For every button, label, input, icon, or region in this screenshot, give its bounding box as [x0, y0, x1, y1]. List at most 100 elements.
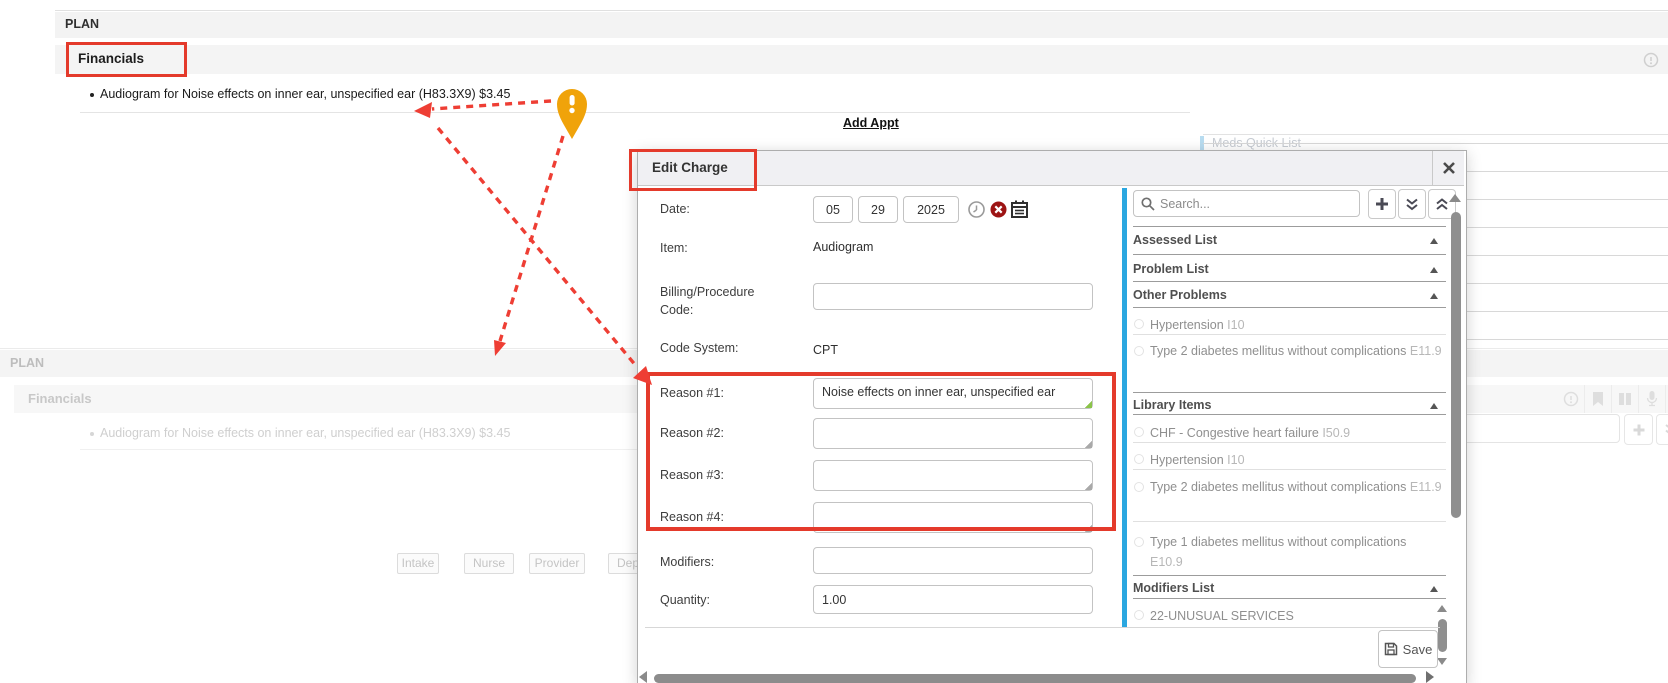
section-header-library-items[interactable]: Library Items	[1133, 398, 1212, 412]
microphone-icon	[1646, 390, 1658, 408]
item-name: Type 2 diabetes mellitus without complic…	[1150, 480, 1406, 494]
list-item[interactable]: Type 1 diabetes mellitus without complic…	[1150, 532, 1442, 572]
modal-close-button[interactable]	[1433, 151, 1464, 185]
date-day-input[interactable]	[858, 196, 898, 223]
list-item[interactable]: Hypertension I10	[1150, 315, 1442, 335]
modifiers-input[interactable]	[813, 547, 1093, 574]
date-year-input[interactable]	[903, 196, 959, 223]
divider	[1638, 385, 1639, 413]
expand-all-button[interactable]	[1398, 189, 1426, 219]
list-item[interactable]: CHF - Congestive heart failure I50.9	[1150, 423, 1442, 443]
scroll-up-arrow[interactable]	[1437, 605, 1447, 612]
reason4-label: Reason #4:	[660, 510, 724, 524]
divider	[1133, 254, 1446, 255]
item-radio[interactable]	[1134, 427, 1144, 437]
chevrons-down-icon	[1664, 423, 1668, 437]
clear-date-icon[interactable]	[990, 201, 1007, 218]
arrowhead	[414, 102, 432, 118]
list-item[interactable]: Hypertension I10	[1150, 450, 1442, 470]
plan-section-header: PLAN	[55, 12, 1668, 38]
billing-code-input[interactable]	[813, 283, 1093, 310]
vertical-scrollbar-small[interactable]	[1438, 619, 1447, 652]
reason2-textarea[interactable]	[813, 418, 1093, 449]
arrow-to-disabled-section	[500, 136, 563, 341]
calendar-icon[interactable]	[1011, 200, 1028, 218]
divider	[1133, 521, 1446, 522]
horizontal-scrollbar[interactable]	[654, 674, 1416, 683]
section-header-assessed-list[interactable]: Assessed List	[1133, 233, 1217, 247]
help-icon	[1563, 391, 1579, 407]
resize-grip-icon[interactable]	[1084, 524, 1092, 532]
collapse-caret-icon[interactable]	[1430, 586, 1438, 592]
item-radio[interactable]	[1134, 454, 1144, 464]
add-item-button[interactable]	[1368, 189, 1396, 219]
item-name: 22-UNUSUAL SERVICES	[1150, 609, 1294, 623]
modal-title-bar[interactable]: Edit Charge	[638, 151, 1464, 186]
reason3-textarea[interactable]	[813, 460, 1093, 491]
item-code: E11.9	[1410, 344, 1442, 358]
item-radio[interactable]	[1134, 610, 1144, 620]
divider	[1133, 442, 1446, 443]
collapse-caret-icon[interactable]	[1430, 267, 1438, 273]
plan-title-disabled: PLAN	[10, 356, 44, 370]
bullet-dot	[90, 432, 94, 436]
section-header-other-problems[interactable]: Other Problems	[1133, 288, 1227, 302]
date-label: Date:	[660, 202, 690, 216]
add-appt-link[interactable]: Add Appt	[843, 116, 899, 130]
charge-line-item[interactable]: Audiogram for Noise effects on inner ear…	[100, 87, 510, 101]
reason4-textarea[interactable]	[813, 502, 1093, 533]
section-header-modifiers-list[interactable]: Modifiers List	[1133, 581, 1214, 595]
scroll-right-arrow[interactable]	[1426, 671, 1434, 683]
modal-title: Edit Charge	[652, 160, 728, 175]
bookmark-icon	[1591, 391, 1605, 407]
divider	[1133, 307, 1446, 308]
help-icon[interactable]	[1643, 52, 1659, 68]
item-radio[interactable]	[1134, 482, 1144, 492]
resize-grip-icon[interactable]	[1084, 482, 1092, 490]
item-name: Hypertension	[1150, 453, 1224, 467]
divider	[1133, 575, 1446, 576]
modifiers-label: Modifiers:	[660, 555, 714, 569]
item-code: I50.9	[1322, 426, 1350, 440]
collapse-caret-icon[interactable]	[1430, 293, 1438, 299]
arrow-to-reason-box	[438, 128, 637, 367]
scroll-down-arrow[interactable]	[1437, 658, 1447, 665]
list-item[interactable]: Type 2 diabetes mellitus without complic…	[1150, 341, 1442, 361]
vertical-scrollbar[interactable]	[1451, 212, 1461, 518]
scroll-left-arrow[interactable]	[639, 671, 647, 683]
add-button-disabled	[1624, 414, 1653, 445]
chevrons-down-icon	[1405, 197, 1419, 211]
date-month-input[interactable]	[813, 196, 853, 223]
section-header-problem-list[interactable]: Problem List	[1133, 262, 1209, 276]
item-name: Type 2 diabetes mellitus without complic…	[1150, 344, 1406, 358]
list-item[interactable]: Type 2 diabetes mellitus without complic…	[1150, 477, 1442, 497]
reason2-label: Reason #2:	[660, 426, 724, 440]
resize-grip-icon[interactable]	[1084, 400, 1092, 408]
item-name: Hypertension	[1150, 318, 1224, 332]
item-radio[interactable]	[1134, 346, 1144, 356]
divider	[80, 449, 637, 450]
panel-accent-bar	[1122, 188, 1127, 628]
item-radio[interactable]	[1134, 319, 1144, 329]
divider	[1611, 385, 1612, 413]
bullet-dot	[90, 93, 94, 97]
plan-title: PLAN	[65, 17, 99, 31]
save-button[interactable]: Save	[1378, 630, 1438, 668]
expand-button-disabled	[1656, 414, 1668, 445]
search-input[interactable]	[1133, 190, 1360, 217]
collapse-caret-icon[interactable]	[1430, 238, 1438, 244]
scroll-up-arrow[interactable]	[1449, 194, 1461, 202]
collapse-caret-icon[interactable]	[1430, 403, 1438, 409]
workflow-button-nurse: Nurse	[464, 553, 514, 574]
divider	[1133, 334, 1446, 335]
item-radio[interactable]	[1134, 537, 1144, 547]
reason3-label: Reason #3:	[660, 468, 724, 482]
close-icon	[1443, 162, 1455, 174]
save-icon	[1384, 642, 1398, 656]
time-icon[interactable]	[968, 201, 985, 218]
list-item[interactable]: 22-UNUSUAL SERVICES	[1150, 606, 1442, 626]
item-code: E10.9	[1150, 555, 1183, 569]
quantity-input[interactable]	[813, 585, 1093, 614]
resize-grip-icon[interactable]	[1084, 440, 1092, 448]
reason1-textarea[interactable]: Noise effects on inner ear, unspecified …	[813, 378, 1093, 409]
